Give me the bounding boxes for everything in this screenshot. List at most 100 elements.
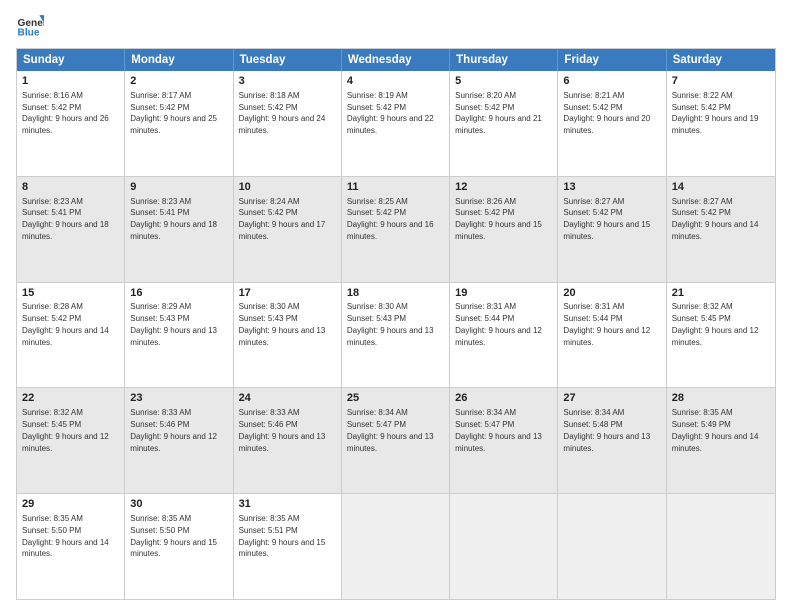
cell-info: Sunrise: 8:28 AMSunset: 5:42 PMDaylight:… xyxy=(22,302,109,346)
calendar-cell: 30 Sunrise: 8:35 AMSunset: 5:50 PMDaylig… xyxy=(125,494,233,599)
cell-info: Sunrise: 8:19 AMSunset: 5:42 PMDaylight:… xyxy=(347,91,434,135)
day-number: 22 xyxy=(22,391,119,406)
cell-info: Sunrise: 8:35 AMSunset: 5:51 PMDaylight:… xyxy=(239,514,326,558)
calendar-cell: 15 Sunrise: 8:28 AMSunset: 5:42 PMDaylig… xyxy=(17,283,125,388)
calendar-cell: 5 Sunrise: 8:20 AMSunset: 5:42 PMDayligh… xyxy=(450,71,558,176)
day-number: 4 xyxy=(347,74,444,89)
calendar-cell xyxy=(667,494,775,599)
day-number: 3 xyxy=(239,74,336,89)
day-number: 16 xyxy=(130,286,227,301)
calendar-day-header: Tuesday xyxy=(234,49,342,71)
cell-info: Sunrise: 8:31 AMSunset: 5:44 PMDaylight:… xyxy=(563,302,650,346)
day-number: 7 xyxy=(672,74,770,89)
day-number: 17 xyxy=(239,286,336,301)
calendar-cell: 17 Sunrise: 8:30 AMSunset: 5:43 PMDaylig… xyxy=(234,283,342,388)
calendar-day-header: Friday xyxy=(558,49,666,71)
calendar-day-header: Saturday xyxy=(667,49,775,71)
day-number: 2 xyxy=(130,74,227,89)
day-number: 5 xyxy=(455,74,552,89)
cell-info: Sunrise: 8:30 AMSunset: 5:43 PMDaylight:… xyxy=(239,302,326,346)
calendar-cell: 10 Sunrise: 8:24 AMSunset: 5:42 PMDaylig… xyxy=(234,177,342,282)
cell-info: Sunrise: 8:20 AMSunset: 5:42 PMDaylight:… xyxy=(455,91,542,135)
calendar-day-header: Thursday xyxy=(450,49,558,71)
calendar-week-row: 1 Sunrise: 8:16 AMSunset: 5:42 PMDayligh… xyxy=(17,71,775,177)
cell-info: Sunrise: 8:27 AMSunset: 5:42 PMDaylight:… xyxy=(563,197,650,241)
calendar-cell: 19 Sunrise: 8:31 AMSunset: 5:44 PMDaylig… xyxy=(450,283,558,388)
cell-info: Sunrise: 8:29 AMSunset: 5:43 PMDaylight:… xyxy=(130,302,217,346)
day-number: 8 xyxy=(22,180,119,195)
calendar-cell: 14 Sunrise: 8:27 AMSunset: 5:42 PMDaylig… xyxy=(667,177,775,282)
calendar-cell: 3 Sunrise: 8:18 AMSunset: 5:42 PMDayligh… xyxy=(234,71,342,176)
calendar-cell: 22 Sunrise: 8:32 AMSunset: 5:45 PMDaylig… xyxy=(17,388,125,493)
calendar-day-header: Wednesday xyxy=(342,49,450,71)
logo: General Blue xyxy=(16,12,44,40)
day-number: 1 xyxy=(22,74,119,89)
calendar-cell: 4 Sunrise: 8:19 AMSunset: 5:42 PMDayligh… xyxy=(342,71,450,176)
day-number: 24 xyxy=(239,391,336,406)
calendar-cell xyxy=(450,494,558,599)
calendar-cell: 6 Sunrise: 8:21 AMSunset: 5:42 PMDayligh… xyxy=(558,71,666,176)
calendar-day-header: Monday xyxy=(125,49,233,71)
calendar-cell: 20 Sunrise: 8:31 AMSunset: 5:44 PMDaylig… xyxy=(558,283,666,388)
calendar-cell: 31 Sunrise: 8:35 AMSunset: 5:51 PMDaylig… xyxy=(234,494,342,599)
cell-info: Sunrise: 8:35 AMSunset: 5:50 PMDaylight:… xyxy=(22,514,109,558)
day-number: 14 xyxy=(672,180,770,195)
cell-info: Sunrise: 8:34 AMSunset: 5:47 PMDaylight:… xyxy=(347,408,434,452)
cell-info: Sunrise: 8:33 AMSunset: 5:46 PMDaylight:… xyxy=(130,408,217,452)
day-number: 23 xyxy=(130,391,227,406)
calendar-cell: 7 Sunrise: 8:22 AMSunset: 5:42 PMDayligh… xyxy=(667,71,775,176)
day-number: 9 xyxy=(130,180,227,195)
cell-info: Sunrise: 8:33 AMSunset: 5:46 PMDaylight:… xyxy=(239,408,326,452)
cell-info: Sunrise: 8:34 AMSunset: 5:48 PMDaylight:… xyxy=(563,408,650,452)
cell-info: Sunrise: 8:26 AMSunset: 5:42 PMDaylight:… xyxy=(455,197,542,241)
day-number: 28 xyxy=(672,391,770,406)
cell-info: Sunrise: 8:18 AMSunset: 5:42 PMDaylight:… xyxy=(239,91,326,135)
calendar-cell: 18 Sunrise: 8:30 AMSunset: 5:43 PMDaylig… xyxy=(342,283,450,388)
calendar-cell: 2 Sunrise: 8:17 AMSunset: 5:42 PMDayligh… xyxy=(125,71,233,176)
calendar-cell: 28 Sunrise: 8:35 AMSunset: 5:49 PMDaylig… xyxy=(667,388,775,493)
cell-info: Sunrise: 8:16 AMSunset: 5:42 PMDaylight:… xyxy=(22,91,109,135)
cell-info: Sunrise: 8:17 AMSunset: 5:42 PMDaylight:… xyxy=(130,91,217,135)
calendar-week-row: 29 Sunrise: 8:35 AMSunset: 5:50 PMDaylig… xyxy=(17,494,775,599)
calendar-body: 1 Sunrise: 8:16 AMSunset: 5:42 PMDayligh… xyxy=(17,71,775,599)
calendar-cell: 1 Sunrise: 8:16 AMSunset: 5:42 PMDayligh… xyxy=(17,71,125,176)
calendar-cell: 11 Sunrise: 8:25 AMSunset: 5:42 PMDaylig… xyxy=(342,177,450,282)
cell-info: Sunrise: 8:34 AMSunset: 5:47 PMDaylight:… xyxy=(455,408,542,452)
cell-info: Sunrise: 8:35 AMSunset: 5:50 PMDaylight:… xyxy=(130,514,217,558)
cell-info: Sunrise: 8:30 AMSunset: 5:43 PMDaylight:… xyxy=(347,302,434,346)
calendar-cell: 21 Sunrise: 8:32 AMSunset: 5:45 PMDaylig… xyxy=(667,283,775,388)
calendar-cell: 12 Sunrise: 8:26 AMSunset: 5:42 PMDaylig… xyxy=(450,177,558,282)
calendar-cell: 26 Sunrise: 8:34 AMSunset: 5:47 PMDaylig… xyxy=(450,388,558,493)
cell-info: Sunrise: 8:25 AMSunset: 5:42 PMDaylight:… xyxy=(347,197,434,241)
calendar-week-row: 15 Sunrise: 8:28 AMSunset: 5:42 PMDaylig… xyxy=(17,283,775,389)
page: General Blue SundayMondayTuesdayWednesda… xyxy=(0,0,792,612)
calendar-header: SundayMondayTuesdayWednesdayThursdayFrid… xyxy=(17,49,775,71)
day-number: 31 xyxy=(239,497,336,512)
cell-info: Sunrise: 8:27 AMSunset: 5:42 PMDaylight:… xyxy=(672,197,759,241)
cell-info: Sunrise: 8:22 AMSunset: 5:42 PMDaylight:… xyxy=(672,91,759,135)
day-number: 21 xyxy=(672,286,770,301)
calendar-cell: 29 Sunrise: 8:35 AMSunset: 5:50 PMDaylig… xyxy=(17,494,125,599)
calendar-cell: 27 Sunrise: 8:34 AMSunset: 5:48 PMDaylig… xyxy=(558,388,666,493)
day-number: 13 xyxy=(563,180,660,195)
calendar-cell: 16 Sunrise: 8:29 AMSunset: 5:43 PMDaylig… xyxy=(125,283,233,388)
cell-info: Sunrise: 8:31 AMSunset: 5:44 PMDaylight:… xyxy=(455,302,542,346)
day-number: 11 xyxy=(347,180,444,195)
calendar-cell: 13 Sunrise: 8:27 AMSunset: 5:42 PMDaylig… xyxy=(558,177,666,282)
cell-info: Sunrise: 8:32 AMSunset: 5:45 PMDaylight:… xyxy=(672,302,759,346)
day-number: 29 xyxy=(22,497,119,512)
calendar-day-header: Sunday xyxy=(17,49,125,71)
header: General Blue xyxy=(16,12,776,40)
calendar-cell: 9 Sunrise: 8:23 AMSunset: 5:41 PMDayligh… xyxy=(125,177,233,282)
calendar-week-row: 22 Sunrise: 8:32 AMSunset: 5:45 PMDaylig… xyxy=(17,388,775,494)
day-number: 6 xyxy=(563,74,660,89)
cell-info: Sunrise: 8:24 AMSunset: 5:42 PMDaylight:… xyxy=(239,197,326,241)
calendar-cell: 25 Sunrise: 8:34 AMSunset: 5:47 PMDaylig… xyxy=(342,388,450,493)
cell-info: Sunrise: 8:23 AMSunset: 5:41 PMDaylight:… xyxy=(130,197,217,241)
day-number: 18 xyxy=(347,286,444,301)
calendar-cell xyxy=(558,494,666,599)
day-number: 12 xyxy=(455,180,552,195)
day-number: 30 xyxy=(130,497,227,512)
day-number: 10 xyxy=(239,180,336,195)
calendar-cell: 24 Sunrise: 8:33 AMSunset: 5:46 PMDaylig… xyxy=(234,388,342,493)
